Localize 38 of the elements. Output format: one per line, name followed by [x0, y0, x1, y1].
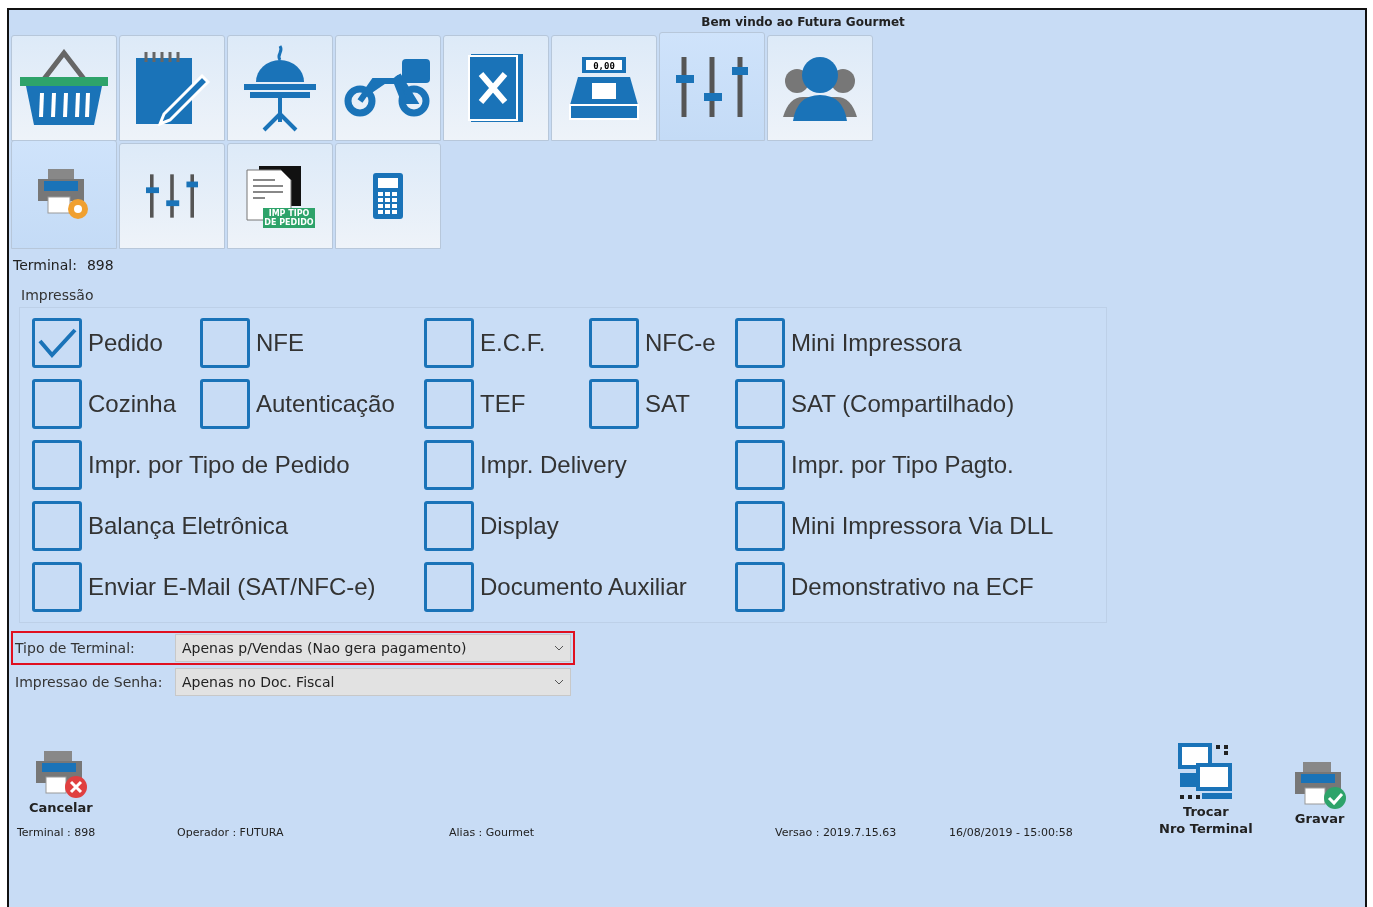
checkbox-option[interactable]: Documento Auxiliar [424, 562, 735, 612]
checkbox-option[interactable]: Autenticação [200, 379, 424, 429]
checkbox-option[interactable]: Cozinha [32, 379, 200, 429]
status-text: Terminal : 898 [17, 826, 97, 839]
checkbox-option[interactable]: Pedido [32, 318, 200, 368]
dropdown[interactable]: Apenas no Doc. Fiscal [175, 668, 571, 696]
checkbox-option[interactable]: TEF [424, 379, 589, 429]
switch-terminal-button[interactable]: Trocar Nro Terminal [1159, 743, 1253, 857]
checkbox-option[interactable]: SAT [589, 379, 735, 429]
dropdown[interactable]: Apenas p/Vendas (Nao gera pagamento) [175, 634, 571, 662]
checkbox-option[interactable]: NFE [200, 318, 424, 368]
cancel-button[interactable]: Cancelar [29, 749, 93, 816]
terminal-value: 898 [86, 257, 114, 273]
document-badge: IMP TIPO DE PEDIDO [263, 208, 315, 228]
checkbox-option[interactable]: Impr. por Tipo Pagto. [735, 440, 1106, 490]
checkbox-option[interactable]: Demonstrativo na ECF [735, 562, 1106, 612]
field-label: Tipo de Terminal: [15, 640, 136, 656]
checkbox-option[interactable]: Display [424, 501, 735, 551]
checkbox-option[interactable]: NFC-e [589, 318, 735, 368]
status-text: Versao : 2019.7.15.63 [775, 826, 898, 839]
status-text: Alias : Gourmet [449, 826, 536, 839]
checkbox-option[interactable]: E.C.F. [424, 318, 589, 368]
register-display-text: 0,00 [593, 60, 615, 71]
status-text: 16/08/2019 - 15:00:58 [949, 826, 1074, 839]
checkbox-option[interactable]: Impr. por Tipo de Pedido [32, 440, 424, 490]
terminal-label: Terminal: [13, 257, 77, 273]
window-title: Bem vindo ao Futura Gourmet [700, 14, 906, 31]
checkbox-option[interactable]: Mini Impressora Via DLL [735, 501, 1106, 551]
field-label: Impressao de Senha: [15, 674, 164, 690]
checkbox-option[interactable]: Impr. Delivery [424, 440, 735, 490]
checkbox-option[interactable]: Mini Impressora [735, 318, 1106, 368]
save-button[interactable]: Gravar [1292, 760, 1347, 857]
checkbox-option[interactable]: Balança Eletrônica [32, 501, 424, 551]
status-text: Operador : FUTURA [177, 826, 285, 839]
checkbox-option[interactable]: SAT (Compartilhado) [735, 379, 1106, 429]
group-title: Impressão [21, 287, 95, 303]
checkbox-option[interactable]: Enviar E-Mail (SAT/NFC-e) [32, 562, 424, 612]
toolbar-tab[interactable]: 0,00 [551, 35, 657, 141]
